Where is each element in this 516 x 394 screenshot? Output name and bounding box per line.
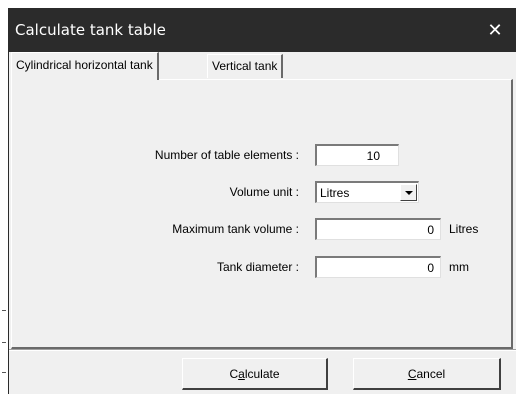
calculate-label-mnemonic: a <box>238 366 245 381</box>
calculate-button[interactable]: Ca lculate <box>182 358 328 390</box>
dropdown-button[interactable] <box>400 184 417 201</box>
calculate-label-start: C <box>229 366 239 381</box>
volume-unit-label: Volume unit : <box>229 185 299 199</box>
cancel-button[interactable]: Cancel <box>353 358 501 390</box>
row-max-volume: Maximum tank volume : 0 Litres <box>12 218 512 242</box>
tab-panel: Number of table elements : 10 Volume uni… <box>11 79 513 349</box>
table-elements-label: Number of table elements : <box>154 148 299 162</box>
table-elements-input[interactable]: 10 <box>315 144 399 166</box>
row-tank-diameter: Tank diameter : 0 mm <box>12 256 512 280</box>
max-volume-unit: Litres <box>449 222 479 236</box>
background-tick <box>2 310 6 311</box>
close-icon[interactable]: ✕ <box>484 19 506 41</box>
title-bar[interactable]: Calculate tank table ✕ <box>9 8 516 52</box>
dialog-window: Calculate tank table ✕ Cylindrical horiz… <box>8 8 516 394</box>
calculate-label-end: lculate <box>244 366 280 381</box>
row-volume-unit: Volume unit : Litres <box>12 181 512 205</box>
tab-vertical[interactable]: Vertical tank <box>207 54 284 78</box>
max-volume-input[interactable]: 0 <box>315 218 441 240</box>
chevron-down-icon <box>404 190 413 195</box>
background-tick <box>2 372 6 373</box>
max-volume-label: Maximum tank volume : <box>172 222 299 236</box>
button-divider <box>9 349 516 351</box>
volume-unit-select[interactable]: Litres <box>315 181 419 203</box>
tab-cylindrical-horizontal[interactable]: Cylindrical horizontal tank <box>11 52 159 80</box>
dialog-title: Calculate tank table <box>15 21 166 39</box>
tank-diameter-unit: mm <box>449 260 469 274</box>
tank-diameter-label: Tank diameter : <box>216 260 299 274</box>
tank-diameter-input[interactable]: 0 <box>315 256 441 278</box>
row-table-elements: Number of table elements : 10 <box>12 144 512 168</box>
background-tick <box>2 342 6 343</box>
cancel-label-end: ancel <box>416 366 446 381</box>
volume-unit-value: Litres <box>320 186 350 200</box>
cancel-label-mnemonic: C <box>407 366 417 381</box>
